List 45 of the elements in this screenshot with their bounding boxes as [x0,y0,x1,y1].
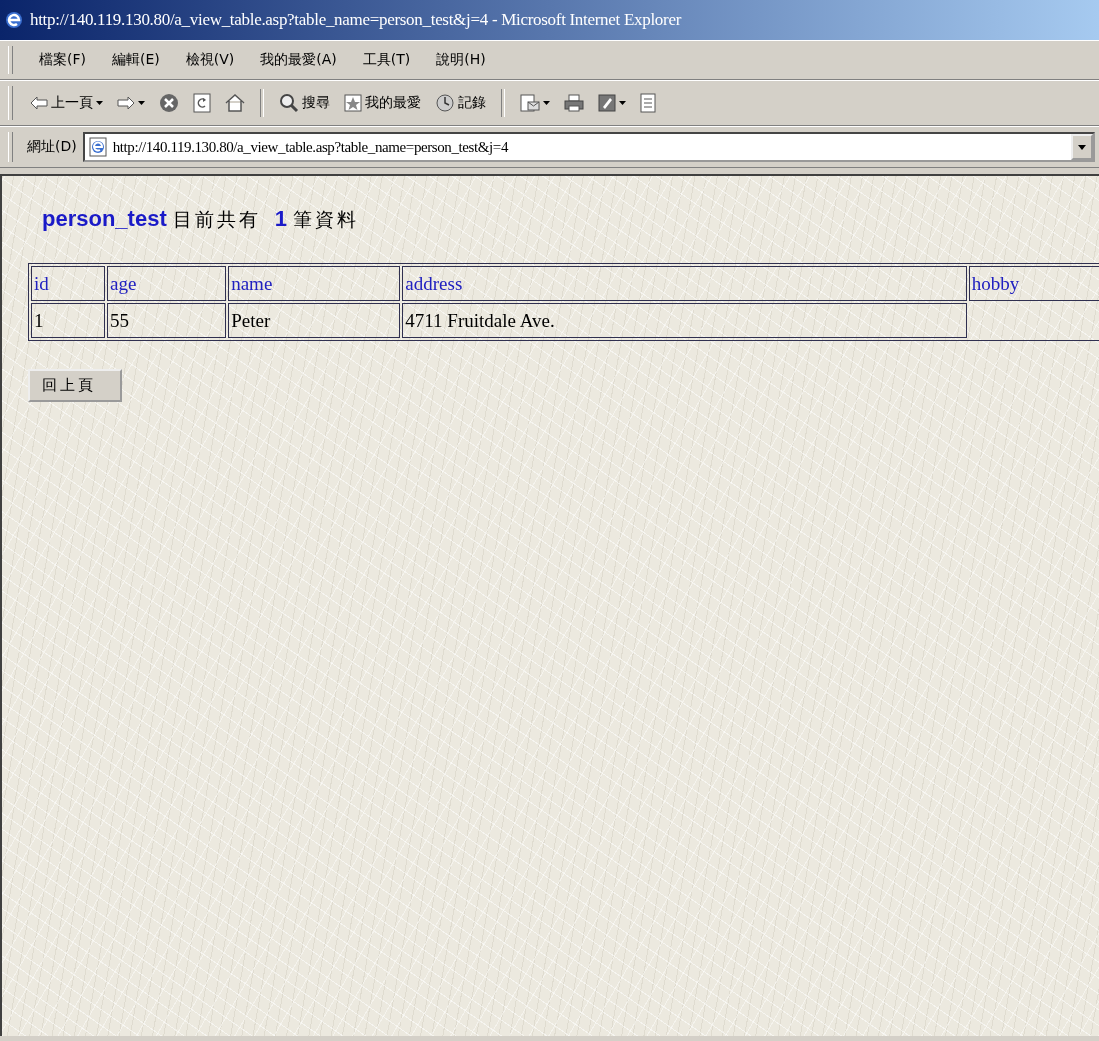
history-icon [435,93,455,113]
back-arrow-icon [30,96,48,110]
menu-item[interactable]: 說明(H) [428,49,494,71]
menu-item[interactable]: 編輯(E) [104,49,168,71]
back-button[interactable]: 上一頁 [25,91,108,115]
back-button[interactable]: 回上頁 [28,369,122,402]
star-folder-icon [344,94,362,112]
browser-e-icon [4,10,24,30]
caret-icon [96,101,103,105]
table-name: person_test [42,206,167,232]
document-icon [640,93,656,113]
menu-item[interactable]: 我的最愛(A) [252,49,345,71]
forward-arrow-icon [117,96,135,110]
record-count: 1 [274,206,287,232]
column-header: name [228,266,401,301]
column-header: hobby [968,266,1099,301]
heading-text: 目前共有 [172,207,261,232]
page-e-icon [88,137,107,157]
caret-icon [619,101,626,105]
column-header: age [107,266,227,301]
search-button[interactable]: 搜尋 [274,90,335,116]
address-field[interactable]: http://140.119.130.80/a_view_table.asp?table_name=person_test&j=4 [82,132,1095,162]
history-button[interactable]: 記錄 [430,90,491,116]
refresh-icon [193,93,211,113]
caret-icon [543,101,550,105]
table-cell: 55 [107,303,227,338]
search-icon [279,93,299,113]
mail-icon [520,94,540,112]
menu-item[interactable]: 檢視(V) [177,49,243,71]
heading-text: 筆資料 [292,207,359,232]
address-label: 網址(D) [27,138,77,156]
home-icon [225,94,245,112]
window-title: http://140.119.130.80/a_view_table.asp?table_name=person_test&j=4 - Microsoft Internet Explorer [30,10,681,30]
menu-item[interactable]: 工具(T) [354,49,419,71]
favorites-button[interactable]: 我的最愛 [339,91,426,115]
column-header: id [31,266,106,301]
printer-icon [564,94,584,112]
column-header: address [402,266,967,301]
table-cell: Peter [228,303,401,338]
menu-item[interactable]: 檔案(F) [31,49,94,71]
stop-icon [159,93,179,113]
edit-page-icon [598,94,616,112]
table-cell: 1 [31,303,106,338]
table-cell: 4711 Fruitdale Ave. [402,303,967,338]
caret-icon [138,101,145,105]
